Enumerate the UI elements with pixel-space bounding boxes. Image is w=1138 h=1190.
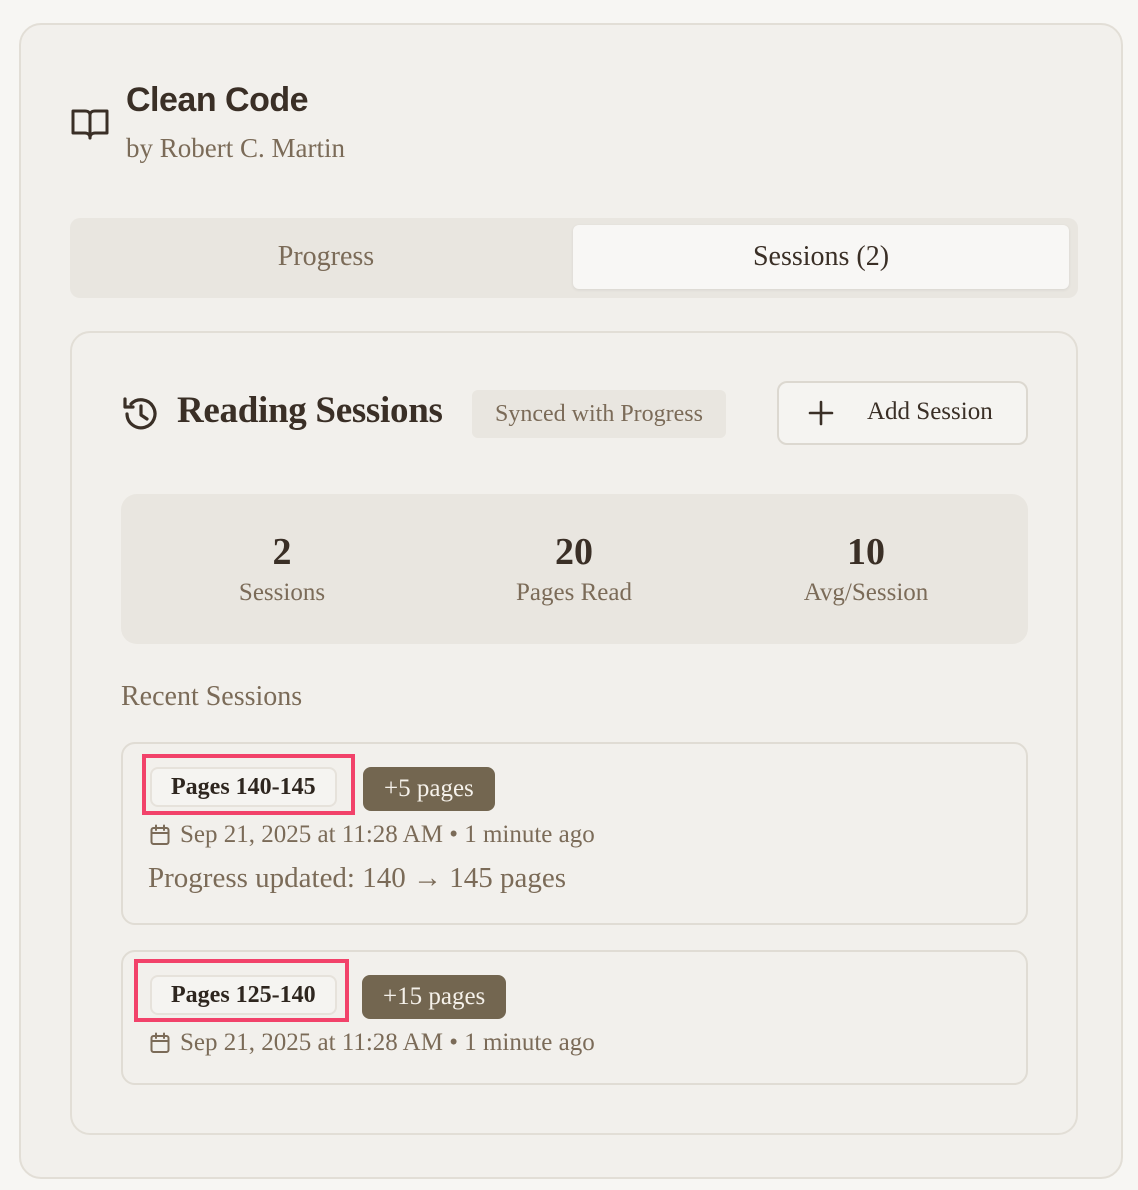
tab-sessions[interactable]: Sessions (2) bbox=[573, 225, 1069, 289]
plus-icon bbox=[808, 400, 834, 426]
book-author: by Robert C. Martin bbox=[126, 133, 345, 163]
session-date-row: Sep 21, 2025 at 11:28 AM • 1 minute ago bbox=[150, 1029, 595, 1057]
history-icon bbox=[123, 397, 157, 430]
stat-pages-read: 20 Pages Read bbox=[474, 530, 674, 610]
pages-delta-badge: +15 pages bbox=[362, 975, 507, 1019]
tab-progress[interactable]: Progress bbox=[78, 225, 574, 289]
stat-label: Sessions bbox=[238, 579, 326, 606]
session-card[interactable]: Pages 125-140 +15 pages Sep 21, 2025 at … bbox=[121, 950, 1028, 1085]
stat-value: 2 bbox=[272, 531, 292, 573]
recent-sessions-heading: Recent Sessions bbox=[121, 681, 303, 712]
progress-note: Progress updated: 140 → 145 pages bbox=[148, 862, 567, 894]
calendar-icon bbox=[150, 824, 170, 845]
stat-sessions: 2 Sessions bbox=[182, 530, 382, 610]
session-date: Sep 21, 2025 at 11:28 AM • 1 minute ago bbox=[180, 821, 595, 848]
synced-badge: Synced with Progress bbox=[472, 390, 726, 438]
session-date: Sep 21, 2025 at 11:28 AM • 1 minute ago bbox=[180, 1029, 595, 1056]
stat-label: Pages Read bbox=[516, 579, 632, 606]
stat-value: 20 bbox=[555, 531, 593, 573]
panel-title: Reading Sessions bbox=[177, 390, 443, 431]
add-session-button[interactable]: Add Session bbox=[777, 381, 1028, 445]
tab-bar: Progress Sessions (2) bbox=[70, 218, 1078, 298]
book-card: Clean Code by Robert C. Martin Progress … bbox=[19, 23, 1123, 1179]
pages-delta-badge: +5 pages bbox=[363, 767, 495, 811]
stat-avg-session: 10 Avg/Session bbox=[766, 530, 966, 610]
stat-value: 10 bbox=[847, 531, 885, 573]
session-date-row: Sep 21, 2025 at 11:28 AM • 1 minute ago bbox=[150, 821, 595, 849]
session-card[interactable]: Pages 140-145 +5 pages Sep 21, 2025 at 1… bbox=[121, 742, 1028, 925]
open-book-icon bbox=[71, 109, 109, 140]
stats-summary: 2 Sessions 20 Pages Read 10 Avg/Session bbox=[121, 494, 1028, 644]
book-title: Clean Code bbox=[126, 81, 309, 119]
reading-sessions-panel: Reading Sessions Synced with Progress Ad… bbox=[70, 331, 1078, 1135]
page-range-chip: Pages 125-140 bbox=[150, 975, 337, 1015]
stat-label: Avg/Session bbox=[803, 579, 929, 606]
add-session-label: Add Session bbox=[867, 398, 993, 425]
calendar-icon bbox=[150, 1032, 170, 1053]
page-range-chip: Pages 140-145 bbox=[150, 767, 337, 807]
